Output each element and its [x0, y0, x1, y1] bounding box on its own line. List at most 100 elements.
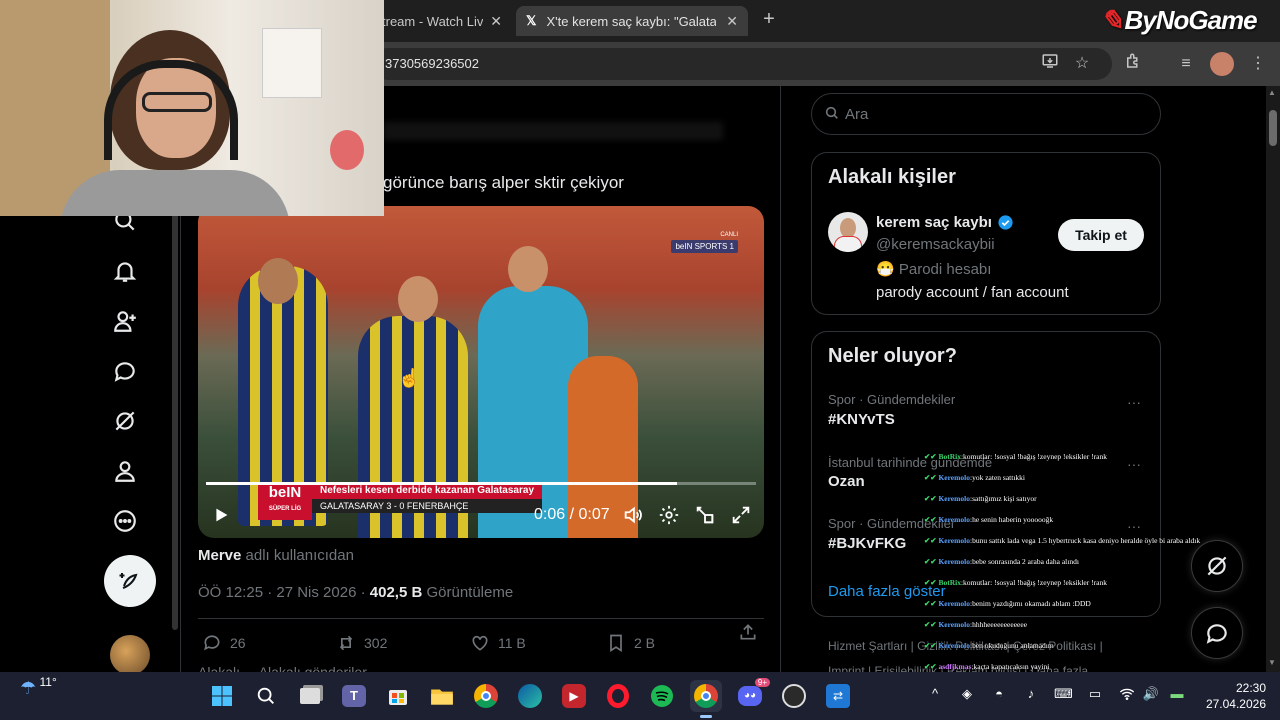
wifi-icon[interactable] — [1118, 686, 1136, 704]
video-player[interactable]: CANLI beIN SPORTS 1 beIN SÜPER LİG Nefes… — [198, 206, 764, 538]
tray-app-icon[interactable]: ◈ — [958, 686, 976, 704]
chrome-active-icon[interactable] — [690, 680, 722, 718]
like-button[interactable]: 11 B — [470, 633, 526, 653]
trend-name[interactable]: #BJKvFKG — [828, 535, 906, 552]
teams-icon[interactable]: T — [338, 680, 370, 712]
chat-text: benim yazdığımı okamadı ablam :DDD — [972, 599, 1091, 608]
share-upload-icon — [740, 624, 756, 640]
streamer — [60, 30, 290, 216]
store-icon[interactable] — [382, 680, 414, 712]
discord-icon[interactable]: ◕◕ 9+ — [734, 678, 770, 712]
remote-desktop-icon[interactable]: ⇄ — [822, 680, 854, 712]
tray-app-icon[interactable]: ◓ — [990, 686, 1008, 704]
chat-text: he senin haberin yoooooğk — [972, 515, 1054, 524]
play-icon[interactable] — [210, 504, 232, 531]
repost-arrows-icon — [339, 635, 353, 651]
clock-date: 27.04.2026 — [1205, 697, 1266, 711]
close-tab-icon[interactable]: ✕ — [726, 13, 738, 30]
webcam-background — [330, 130, 364, 170]
ticker-logo: beIN SÜPER LİG — [258, 482, 312, 520]
follow-button[interactable]: Takip et — [1058, 219, 1144, 251]
profile-person-icon[interactable] — [112, 458, 140, 486]
chat-badge-icon: ✔✔ — [924, 494, 939, 503]
explorer-icon[interactable] — [426, 680, 458, 712]
chat-badge-icon: ✔✔ — [924, 662, 939, 671]
new-tab-button[interactable]: + — [758, 8, 780, 32]
person-avatar[interactable] — [828, 212, 868, 252]
spotify-icon[interactable] — [646, 680, 678, 712]
scroll-down-arrow-icon[interactable]: ▼ — [1268, 658, 1276, 667]
fullscreen-icon[interactable] — [730, 504, 752, 531]
browser-tab-stream[interactable]: tream - Watch Liv ✕ — [372, 6, 512, 36]
tray-expand-icon[interactable]: ^ — [926, 686, 944, 704]
start-icon[interactable] — [206, 680, 238, 712]
file-viewer-icon[interactable] — [294, 680, 326, 712]
browser-tab-x[interactable]: 𝕏 X'te kerem saç kaybı: "Galatasar ✕ — [516, 6, 748, 36]
video-progress-bar[interactable] — [206, 482, 756, 485]
bookmark-button[interactable]: 2 B — [606, 633, 655, 653]
messages-bubble-icon[interactable] — [112, 358, 140, 386]
chat-text: hhhheeeeeeeeeeee — [972, 620, 1028, 629]
ticker-score: GALATASARAY 3 - 0 FENERBAHÇE — [312, 499, 543, 513]
keyboard-icon[interactable]: ⌨ — [1054, 686, 1073, 704]
chat-text: sattığımız kişi satıyor — [972, 494, 1037, 503]
chat-message: ✔✔ Keremolo:hhhheeeeeeeeeeee — [924, 614, 1224, 635]
column-scrollbar[interactable] — [172, 200, 178, 630]
chat-message: ✔✔ Keremolo:benim yazdığımı okamadı abla… — [924, 593, 1224, 614]
extensions-icon[interactable] — [1121, 52, 1145, 76]
settings-gear-icon[interactable] — [658, 504, 680, 531]
person-name[interactable]: kerem saç kaybı — [876, 214, 1014, 231]
battery-icon[interactable]: ▬ — [1168, 686, 1186, 704]
attribution-user[interactable]: Merve — [198, 547, 241, 564]
reply-count: 26 — [230, 635, 246, 651]
compose-post-button[interactable] — [104, 555, 156, 607]
like-count: 11 B — [498, 635, 526, 651]
volume-icon[interactable] — [622, 504, 644, 531]
close-tab-icon[interactable]: ✕ — [490, 13, 502, 30]
grok-icon[interactable] — [112, 408, 140, 436]
chrome-icon[interactable] — [470, 680, 502, 712]
install-app-icon[interactable] — [1038, 52, 1062, 76]
chat-username: BotRix — [938, 578, 961, 587]
browser-menu-icon[interactable]: ⋮ — [1246, 52, 1270, 76]
tab-title: tream - Watch Liv — [382, 13, 484, 29]
url-text[interactable]: 3730569236502 — [385, 56, 479, 71]
bookmark-star-icon[interactable]: ☆ — [1070, 52, 1094, 76]
account-avatar[interactable] — [110, 635, 150, 675]
display-icon[interactable]: ▭ — [1086, 686, 1104, 704]
trend-more-icon[interactable]: ··· — [1127, 394, 1141, 410]
share-button[interactable] — [738, 622, 758, 642]
scroll-up-arrow-icon[interactable]: ▲ — [1268, 88, 1276, 97]
system-clock[interactable]: 22:30 27.04.2026 — [1196, 680, 1266, 712]
opera-icon[interactable] — [602, 680, 634, 712]
chat-message: ✔✔ Keremolo:yok zaten sattıkki — [924, 467, 1224, 488]
notifications-bell-icon[interactable] — [112, 258, 140, 286]
chat-badge-icon: ✔✔ — [924, 620, 939, 629]
scrollbar-thumb[interactable] — [1269, 110, 1277, 146]
edge-icon[interactable] — [514, 680, 546, 712]
repost-button[interactable]: 302 — [336, 633, 387, 653]
trend-name[interactable]: #KNYvTS — [828, 411, 895, 428]
page-scrollbar[interactable] — [1266, 86, 1280, 672]
views-count: 402,5 B — [369, 584, 423, 601]
more-options-circle-icon[interactable] — [112, 508, 140, 536]
reply-button[interactable]: 26 — [202, 633, 246, 653]
chat-message: ✔✔ BotRix:komutlar: !sosyal !bağış !zeyn… — [924, 572, 1224, 593]
weather-widget[interactable]: ☂ 11° — [20, 675, 57, 699]
media-control-icon[interactable]: ≡ — [1174, 52, 1198, 76]
profile-avatar-icon[interactable] — [1210, 52, 1234, 76]
address-bar[interactable] — [372, 48, 1112, 80]
chat-message: ✔✔ Keremolo:ben okuduğunu anlamadım — [924, 635, 1224, 656]
obs-icon[interactable] — [778, 680, 810, 712]
rain-cloud-icon: ☂ — [20, 678, 37, 698]
follow-people-icon[interactable] — [112, 308, 140, 336]
search-icon[interactable] — [250, 680, 282, 712]
tweet-timestamp[interactable]: ÖÖ 12:25 · 27 Nis 2026 · — [198, 584, 370, 601]
headset-icon — [104, 60, 238, 160]
picture-in-picture-icon[interactable] — [694, 504, 716, 531]
search-placeholder[interactable]: Ara — [845, 106, 868, 123]
microphone-icon[interactable]: ♪ — [1022, 686, 1040, 704]
media-player-icon[interactable]: ▶ — [558, 680, 590, 712]
volume-icon[interactable]: 🔊 — [1142, 686, 1160, 704]
trend-name[interactable]: Ozan — [828, 473, 865, 490]
